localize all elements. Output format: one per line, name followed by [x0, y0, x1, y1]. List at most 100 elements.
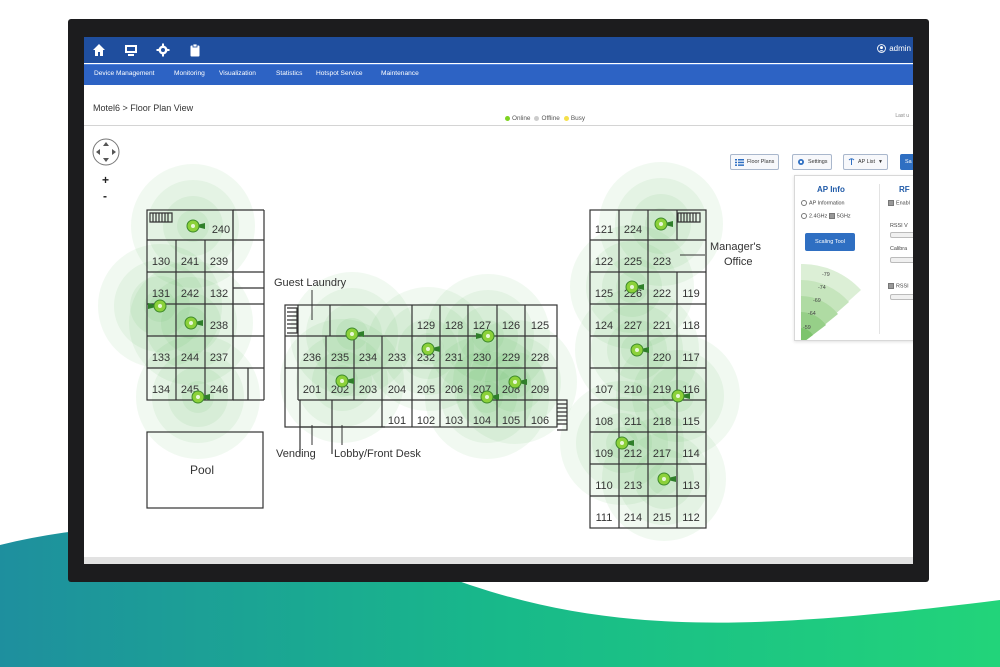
room-label-237: 237	[210, 352, 228, 364]
room-label-220: 220	[653, 352, 671, 364]
room-label-206: 206	[445, 384, 463, 396]
room-label-210: 210	[624, 384, 642, 396]
room-label-231: 231	[445, 352, 463, 364]
gear-icon	[798, 159, 804, 165]
label-pool: Pool	[190, 463, 214, 477]
rssi-value-5: -59	[803, 325, 811, 331]
app-screen: admin Device Management Monitoring Visua…	[84, 37, 913, 564]
room-label-203: 203	[359, 384, 377, 396]
room-label-126: 126	[502, 320, 520, 332]
rssi-value-2: -74	[818, 285, 826, 291]
room-label-213: 213	[624, 480, 642, 492]
monitor-frame: admin Device Management Monitoring Visua…	[68, 19, 929, 582]
rf-title: RF	[899, 185, 910, 194]
label-managers-office-1: Manager's	[710, 241, 762, 253]
pan-control[interactable]	[92, 138, 120, 166]
room-label-235: 235	[331, 352, 349, 364]
settings-label: Settings	[808, 159, 828, 165]
radio-icon	[801, 213, 807, 219]
antenna-icon	[848, 158, 855, 165]
room-label-239: 239	[210, 256, 228, 268]
room-label-121: 121	[595, 224, 613, 236]
room-label-116: 116	[682, 384, 700, 396]
rf-enable-label: Enabl	[896, 200, 910, 207]
label-vending: Vending	[276, 448, 316, 460]
room-label-114: 114	[682, 448, 700, 460]
room-label-103: 103	[445, 415, 463, 427]
room-label-223: 223	[653, 256, 671, 268]
room-label-119: 119	[682, 288, 700, 300]
rf-enable-option[interactable]: Enabl	[888, 200, 910, 206]
room-label-101: 101	[388, 415, 406, 427]
band-option[interactable]: 2.4GHz 5GHz	[801, 213, 851, 219]
room-label-131: 131	[152, 288, 170, 300]
scaling-tool-button[interactable]: Scaling Tool	[805, 233, 855, 251]
ap-list-label: AP List	[858, 159, 875, 165]
calibration-slider[interactable]	[890, 257, 913, 263]
rssi-value-1: -79	[822, 272, 830, 278]
checkbox-icon	[888, 200, 894, 206]
room-label-240: 240	[212, 224, 230, 236]
room-label-134: 134	[152, 384, 170, 396]
label-lobby: Lobby/Front Desk	[334, 448, 421, 460]
room-label-222: 222	[653, 288, 671, 300]
floor-plans-button[interactable]: Floor Plans	[730, 154, 780, 170]
room-label-218: 218	[653, 416, 671, 428]
room-label-246: 246	[210, 384, 228, 396]
label-managers-office-2: Office	[724, 256, 753, 268]
room-label-111: 111	[596, 512, 613, 524]
room-label-225: 225	[624, 256, 642, 268]
save-button[interactable]: Sa	[900, 154, 913, 170]
room-label-242: 242	[181, 288, 199, 300]
room-label-229: 229	[502, 352, 520, 364]
rssi-value-3: -69	[813, 298, 821, 304]
room-label-107: 107	[595, 384, 613, 396]
floor-plans-label: Floor Plans	[747, 159, 775, 165]
rssi-slider[interactable]	[890, 232, 913, 238]
room-label-238: 238	[210, 320, 228, 332]
settings-button[interactable]: Settings	[792, 154, 833, 170]
room-label-214: 214	[624, 512, 642, 524]
ap-information-option[interactable]: AP Information	[801, 200, 845, 206]
floor-plan-map[interactable]: 240130 241 239131 242 132238133 244 237134 245 2…	[84, 37, 913, 564]
room-label-106: 106	[531, 415, 549, 427]
room-label-130: 130	[152, 256, 170, 268]
room-label-215: 215	[653, 512, 671, 524]
zoom-out-button[interactable]: -	[103, 189, 107, 203]
room-label-228: 228	[531, 352, 549, 364]
band-5g-label: 5GHz	[836, 213, 851, 220]
room-label-113: 113	[682, 480, 700, 492]
zoom-in-button[interactable]: +	[102, 173, 109, 187]
ap-information-label: AP Information	[809, 200, 845, 207]
room-label-128: 128	[445, 320, 463, 332]
radio-icon	[801, 200, 807, 206]
room-label-233: 233	[388, 352, 406, 364]
room-label-212: 212	[624, 448, 642, 460]
checkbox-icon	[828, 213, 835, 219]
room-label-118: 118	[682, 320, 700, 332]
ap-list-button[interactable]: AP List ▼	[843, 154, 888, 170]
ap-info-title: AP Info	[817, 185, 845, 194]
room-label-205: 205	[417, 384, 435, 396]
room-label-217: 217	[653, 448, 671, 460]
room-label-129: 129	[417, 320, 435, 332]
rf-rssi-w-label: RSSI V	[890, 223, 908, 229]
ap-info-panel: AP Info AP Information 2.4GHz 5GHz Scali…	[794, 175, 913, 341]
chevron-down-icon: ▼	[877, 159, 883, 165]
panel-divider	[879, 184, 880, 334]
room-label-133: 133	[152, 352, 170, 364]
room-label-125: 125	[595, 288, 613, 300]
room-label-122: 122	[595, 256, 613, 268]
room-label-112: 112	[682, 512, 700, 524]
room-label-204: 204	[388, 384, 406, 396]
room-label-109: 109	[595, 448, 613, 460]
room-label-234: 234	[359, 352, 377, 364]
room-label-209: 209	[531, 384, 549, 396]
room-label-221: 221	[653, 320, 671, 332]
rssi-value-4: -64	[808, 311, 816, 317]
room-label-211: 211	[624, 416, 642, 428]
rf-rssi-option[interactable]: RSSI	[888, 283, 909, 289]
status-strip	[84, 557, 913, 564]
rssi-threshold-slider[interactable]	[890, 294, 913, 300]
save-label: Sa	[905, 159, 912, 165]
